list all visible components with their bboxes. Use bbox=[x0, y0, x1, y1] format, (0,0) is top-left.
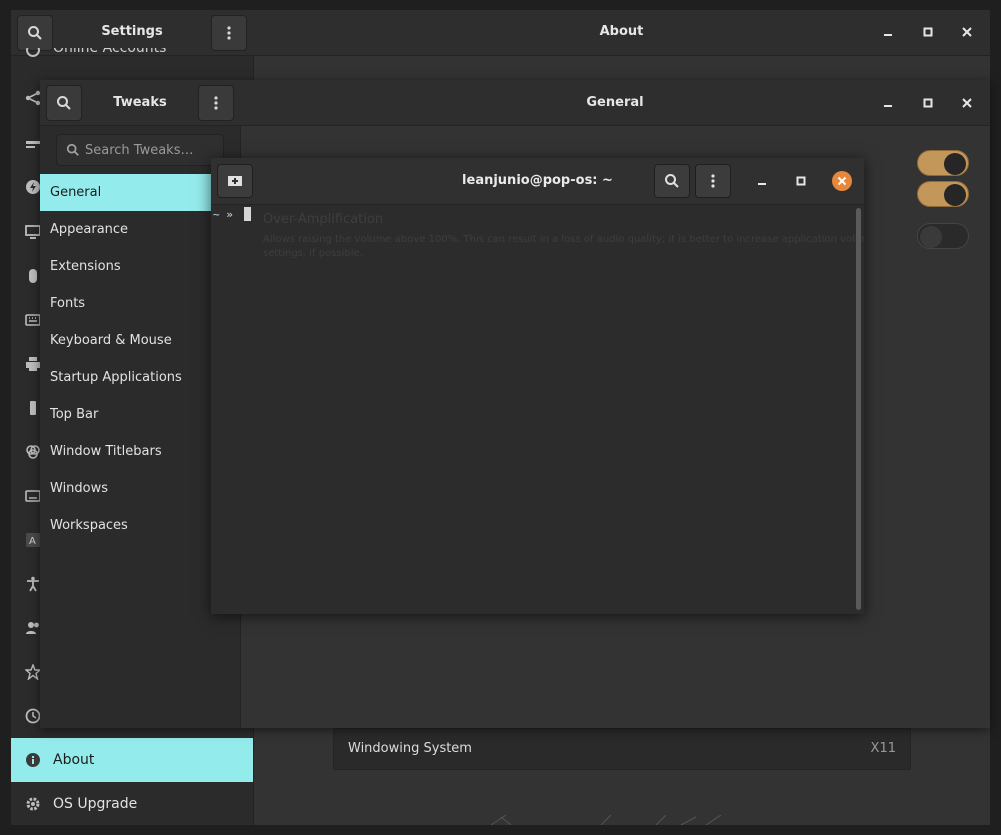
tweaks-item-label: Extensions bbox=[50, 259, 121, 274]
info-icon bbox=[25, 752, 41, 768]
windowing-system-label: Windowing System bbox=[348, 741, 472, 756]
sidebar-item-about[interactable]: About bbox=[11, 738, 253, 782]
close-icon bbox=[962, 27, 972, 37]
kebab-menu-icon bbox=[208, 95, 224, 111]
power-icon[interactable] bbox=[25, 179, 41, 195]
tweaks-item-label: General bbox=[50, 185, 102, 200]
tweaks-close-button[interactable] bbox=[957, 93, 977, 113]
minimize-icon bbox=[883, 27, 893, 37]
about-windowing-system-row: Windowing System X11 bbox=[333, 728, 911, 770]
tweaks-item-fonts[interactable]: Fonts bbox=[40, 285, 240, 322]
toggle-knob bbox=[944, 153, 966, 175]
tweaks-item-top-bar[interactable]: Top Bar bbox=[40, 396, 240, 433]
minimize-icon bbox=[883, 98, 893, 108]
terminal-menu-button[interactable] bbox=[695, 164, 731, 198]
tweaks-search-input[interactable] bbox=[85, 135, 219, 165]
close-icon bbox=[837, 176, 847, 186]
default-apps-icon[interactable] bbox=[25, 664, 41, 680]
tweaks-item-workspaces[interactable]: Workspaces bbox=[40, 507, 240, 544]
tweaks-item-label: Workspaces bbox=[50, 518, 128, 533]
terminal-minimize-button[interactable] bbox=[752, 171, 772, 191]
date-time-icon[interactable] bbox=[25, 708, 41, 724]
sidebar-item-online-accounts[interactable]: Online Accounts bbox=[11, 48, 253, 68]
keyboard-icon[interactable] bbox=[25, 312, 41, 328]
settings-menu-button[interactable] bbox=[211, 15, 247, 51]
search-icon bbox=[66, 143, 80, 157]
sidebar-item-label: About bbox=[53, 752, 95, 768]
search-icon bbox=[664, 173, 680, 189]
toggle-over-amplification[interactable] bbox=[917, 223, 969, 249]
tweaks-item-label: Appearance bbox=[50, 222, 129, 237]
maximize-icon bbox=[923, 27, 933, 37]
terminal-maximize-button[interactable] bbox=[791, 171, 811, 191]
search-icon bbox=[56, 95, 72, 111]
terminal-output-area[interactable] bbox=[211, 205, 851, 614]
terminal-headerbar: leanjunio@pop-os: ~ bbox=[211, 158, 864, 205]
toggle-switch-1[interactable] bbox=[917, 150, 969, 176]
tweaks-headerbar: Tweaks General bbox=[40, 80, 990, 126]
displays-icon[interactable] bbox=[25, 135, 41, 151]
settings-search-button[interactable] bbox=[17, 15, 53, 51]
sidebar-item-os-upgrade[interactable]: OS Upgrade bbox=[11, 782, 253, 825]
tweaks-item-label: Window Titlebars bbox=[50, 444, 162, 459]
tweaks-search-box[interactable] bbox=[56, 134, 224, 166]
removable-media-icon[interactable] bbox=[25, 400, 41, 416]
online-accounts-icon bbox=[25, 48, 41, 58]
color-icon[interactable] bbox=[25, 444, 41, 460]
kebab-menu-icon bbox=[221, 25, 237, 41]
mouse-icon[interactable] bbox=[25, 268, 41, 284]
sidebar-item-label: Online Accounts bbox=[53, 48, 167, 56]
tweaks-menu-button[interactable] bbox=[198, 85, 234, 121]
tweaks-item-label: Top Bar bbox=[50, 407, 99, 422]
maximize-icon bbox=[923, 98, 933, 108]
terminal-window: leanjunio@pop-os: ~ Over-Amplification A… bbox=[211, 158, 864, 614]
tweaks-title: Tweaks bbox=[113, 95, 167, 110]
tweaks-item-label: Startup Applications bbox=[50, 370, 182, 385]
settings-maximize-button[interactable] bbox=[918, 22, 938, 42]
wallpaper-lines bbox=[490, 815, 722, 825]
terminal-scrollbar[interactable] bbox=[856, 208, 861, 610]
close-icon bbox=[962, 98, 972, 108]
terminal-close-button[interactable] bbox=[832, 171, 852, 191]
toggle-knob bbox=[944, 184, 966, 206]
svg-text:A: A bbox=[29, 536, 36, 547]
tweaks-minimize-button[interactable] bbox=[878, 93, 898, 113]
region-text-icon[interactable]: A bbox=[25, 532, 41, 548]
settings-minimize-button[interactable] bbox=[878, 22, 898, 42]
minimize-icon bbox=[757, 176, 767, 186]
tweaks-item-keyboard-mouse[interactable]: Keyboard & Mouse bbox=[40, 322, 240, 359]
toggle-switch-2[interactable] bbox=[917, 181, 969, 207]
printer-icon[interactable] bbox=[25, 356, 41, 372]
tweaks-item-windows[interactable]: Windows bbox=[40, 470, 240, 507]
tweaks-item-label: Fonts bbox=[50, 296, 86, 311]
maximize-icon bbox=[796, 176, 806, 186]
settings-title: Settings bbox=[101, 24, 163, 39]
search-icon bbox=[27, 25, 43, 41]
toggle-knob bbox=[920, 226, 942, 248]
tweaks-item-label: Keyboard & Mouse bbox=[50, 333, 172, 348]
accessibility-icon[interactable] bbox=[25, 576, 41, 592]
windowing-system-value: X11 bbox=[870, 741, 896, 756]
tweaks-item-general[interactable]: General bbox=[40, 174, 240, 211]
settings-close-button[interactable] bbox=[957, 22, 977, 42]
tweaks-item-startup-applications[interactable]: Startup Applications bbox=[40, 359, 240, 396]
tweaks-search-button[interactable] bbox=[46, 85, 82, 121]
tweaks-item-extensions[interactable]: Extensions bbox=[40, 248, 240, 285]
region-language-icon[interactable] bbox=[25, 488, 41, 504]
kebab-menu-icon bbox=[705, 173, 721, 189]
gear-icon bbox=[25, 796, 41, 812]
tweaks-item-label: Windows bbox=[50, 481, 109, 496]
tweaks-item-appearance[interactable]: Appearance bbox=[40, 211, 240, 248]
terminal-search-button[interactable] bbox=[654, 164, 690, 198]
screen-icon[interactable] bbox=[25, 224, 41, 240]
users-icon[interactable] bbox=[25, 620, 41, 636]
tweaks-maximize-button[interactable] bbox=[918, 93, 938, 113]
tweaks-item-window-titlebars[interactable]: Window Titlebars bbox=[40, 433, 240, 470]
sidebar-item-label: OS Upgrade bbox=[53, 796, 138, 812]
share-icon[interactable] bbox=[25, 90, 41, 106]
